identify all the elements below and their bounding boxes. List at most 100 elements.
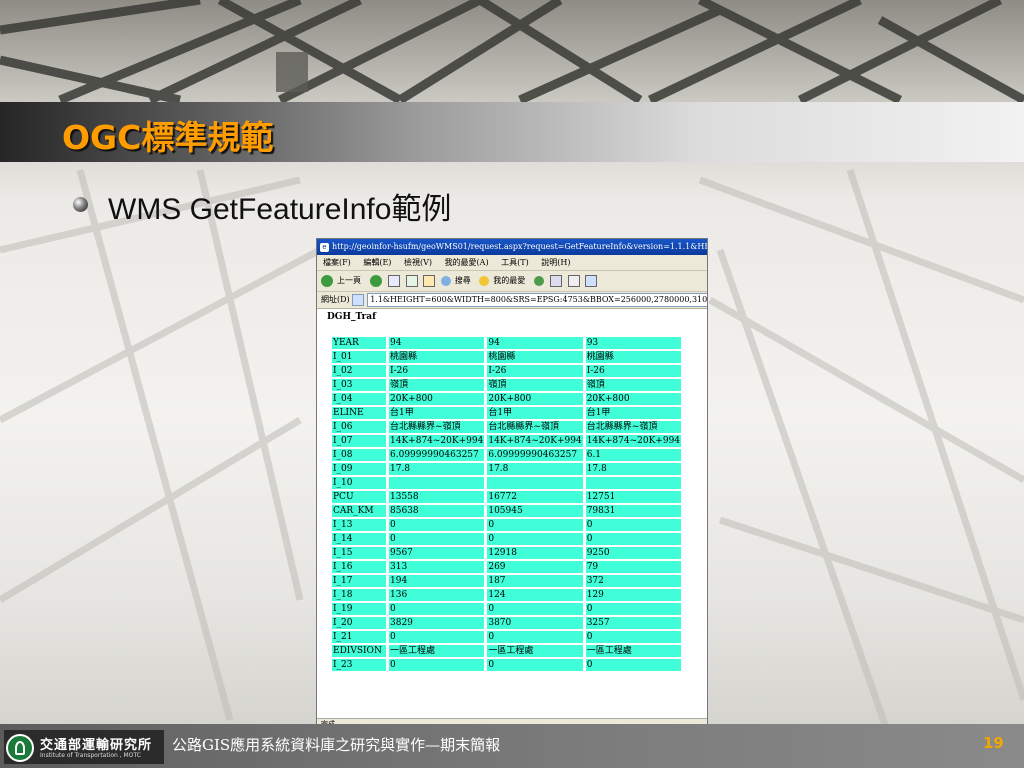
back-button[interactable]: 上一頁 [337,276,361,285]
field-name-cell: I_08 [332,449,386,461]
field-value-cell: 6.1 [585,449,682,461]
field-name-cell: I_17 [332,575,386,587]
table-row: I_02 Ⅰ-26 Ⅰ-26 I-26 [332,365,682,377]
field-name-cell: CAR_KM [332,505,386,517]
field-value-cell: 124 [487,589,583,601]
field-value-cell: 一區工程處 [389,645,485,657]
search-icon[interactable] [440,276,451,286]
table-row: YEAR 94 94 93 [332,337,682,349]
field-value-cell [389,477,485,489]
field-value-cell: 0 [585,603,682,615]
table-row: I_21 0 0 0 [332,631,682,643]
field-value-cell: 17.8 [585,463,682,475]
slide-title: OGC標準規範 [62,118,274,157]
table-row: I_13 0 0 0 [332,519,682,531]
menu-favorites[interactable]: 我的最愛(A) [445,258,489,267]
field-value-cell: 313 [389,561,485,573]
field-value-cell: 20K+800 [487,393,583,405]
print-icon[interactable] [567,275,580,287]
browser-title-url: http://geoinfor-hsufm/geoWMS01/request.a… [332,242,707,251]
field-value-cell: 129 [585,589,682,601]
field-value-cell: 14K+874~20K+994 [585,435,682,447]
table-row: I_15 9567 12918 9250 [332,547,682,559]
field-value-cell: Ⅰ-26 [389,365,485,377]
stop-icon[interactable] [388,275,401,287]
table-row: I_08 6.09999990463257 6.09999990463257 6.1 [332,449,682,461]
page-number: 19 [983,734,1004,752]
menu-help[interactable]: 說明(H) [541,258,570,267]
field-value-cell: 12918 [487,547,583,559]
field-name-cell: PCU [332,491,386,503]
field-value-cell: 187 [487,575,583,587]
field-value-cell: 3870 [487,617,583,629]
field-value-cell: 85638 [389,505,485,517]
browser-toolbar: 上一頁 搜尋 我的最愛 [317,271,707,292]
table-row: I_20 3829 3870 3257 [332,617,682,629]
menu-file[interactable]: 檔案(F) [323,258,351,267]
field-value-cell: 台1甲 [389,407,485,419]
table-row: I_17 194 187 372 [332,575,682,587]
table-row: I_04 20K+800 20K+800 20K+800 [332,393,682,405]
field-name-cell: I_20 [332,617,386,629]
field-value-cell: 94 [487,337,583,349]
search-button[interactable]: 搜尋 [455,276,471,285]
field-value-cell: 台北縣縣界~嶺頂 [389,421,485,433]
browser-titlebar: e http://geoinfor-hsufm/geoWMS01/request.… [317,239,707,255]
field-value-cell: 台1甲 [487,407,583,419]
field-value-cell: 0 [487,659,583,671]
logo-chinese-name: 交通部運輸研究所 [40,738,153,753]
media-icon[interactable] [533,276,544,286]
refresh-icon[interactable] [405,275,418,287]
field-value-cell: 3257 [585,617,682,629]
field-value-cell: 20K+800 [389,393,485,405]
table-row: ELINE 台1甲 台1甲 台1甲 [332,407,682,419]
field-value-cell: 0 [487,533,583,545]
field-value-cell: 桃園縣 [487,351,583,363]
table-row: I_03 嶺頂 嶺頂 嶺頂 [332,379,682,391]
table-row: I_10 [332,477,682,489]
menu-view[interactable]: 檢視(V) [404,258,432,267]
footer-text: 公路GIS應用系統資料庫之研究與實作—期末簡報 [172,736,501,754]
field-name-cell: I_06 [332,421,386,433]
bullet-icon [73,197,88,212]
mail-icon[interactable] [550,275,563,287]
menu-tools[interactable]: 工具(T) [501,258,529,267]
field-value-cell: 嶺頂 [487,379,583,391]
field-name-cell: I_02 [332,365,386,377]
field-value-cell: I-26 [585,365,682,377]
field-value-cell: 嶺頂 [585,379,682,391]
field-value-cell: 0 [389,659,485,671]
favorites-button[interactable]: 我的最愛 [493,276,525,285]
table-row: CAR_KM 85638 105945 79831 [332,505,682,517]
field-name-cell: I_16 [332,561,386,573]
field-value-cell: 12751 [585,491,682,503]
field-value-cell: 17.8 [389,463,485,475]
field-value-cell: 0 [487,519,583,531]
address-input[interactable]: 1.1&HEIGHT=600&WIDTH=800&SRS=EPSG:4753&B… [367,293,707,307]
menu-edit[interactable]: 編輯(E) [363,258,391,267]
field-name-cell: I_04 [332,393,386,405]
field-value-cell [585,477,682,489]
back-icon[interactable] [321,275,333,287]
field-value-cell: 79 [585,561,682,573]
ie-icon: e [320,242,329,252]
home-icon[interactable] [423,275,436,287]
field-value-cell: 17.8 [487,463,583,475]
field-value-cell: 0 [585,659,682,671]
browser-menubar: 檔案(F) 編輯(E) 檢視(V) 我的最愛(A) 工具(T) 說明(H) [317,255,707,271]
field-value-cell: 79831 [585,505,682,517]
word-icon[interactable] [585,275,598,287]
forward-icon[interactable] [369,275,382,287]
favorites-star-icon[interactable] [479,276,490,286]
field-name-cell: I_07 [332,435,386,447]
field-value-cell: Ⅰ-26 [487,365,583,377]
table-row: I_16 313 269 79 [332,561,682,573]
table-row: I_01 桃園縣 桃園縣 桃園縣 [332,351,682,363]
field-value-cell: 105945 [487,505,583,517]
field-value-cell: 94 [389,337,485,349]
field-name-cell: I_23 [332,659,386,671]
field-value-cell: 14K+874~20K+994 [487,435,583,447]
table-row: I_06 台北縣縣界~嶺頂 台北縣縣界~嶺頂 台北縣縣界~嶺頂 [332,421,682,433]
table-row: I_23 0 0 0 [332,659,682,671]
field-value-cell: 0 [389,603,485,615]
